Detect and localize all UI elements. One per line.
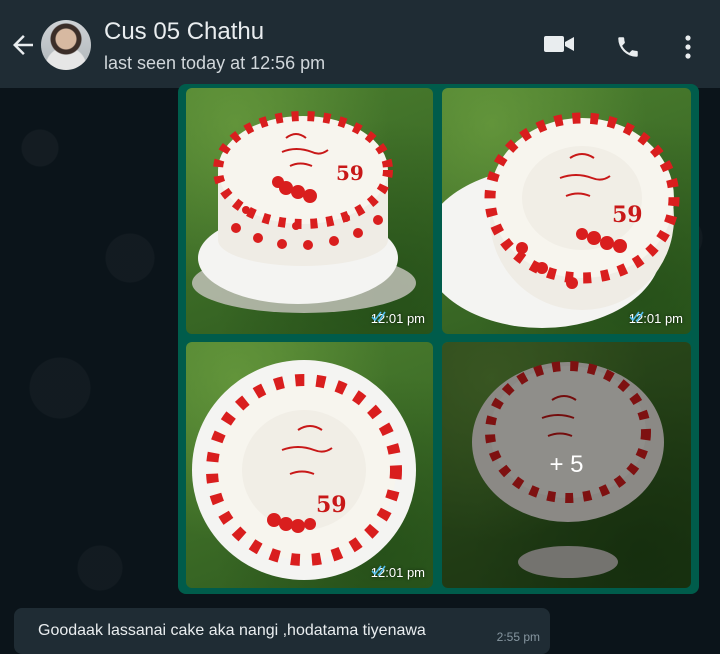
album-photo-2[interactable]: 59 12:01 pm	[442, 88, 691, 334]
double-check-icon	[629, 311, 644, 322]
incoming-message-bubble[interactable]: Goodaak lassanai cake aka nangi ,hodatam…	[14, 608, 550, 654]
photo-timestamp: 12:01 pm	[371, 565, 425, 580]
contact-name[interactable]: Cus 05 Chathu	[104, 18, 264, 46]
avatar[interactable]	[41, 20, 91, 70]
photo-timestamp: 12:01 pm	[629, 311, 683, 326]
phone-call-icon[interactable]	[615, 34, 641, 65]
cake-image: 59	[442, 112, 680, 328]
cake-image: 59	[192, 111, 416, 313]
svg-text:59: 59	[316, 492, 347, 518]
double-check-icon	[371, 565, 386, 576]
album-photo-4[interactable]: + 5	[442, 342, 691, 588]
svg-text:59: 59	[336, 161, 364, 185]
double-check-icon	[371, 311, 386, 322]
chat-header: Cus 05 Chathu last seen today at 12:56 p…	[0, 0, 720, 88]
image-album-bubble[interactable]: 59 12:01 pm 59 12:01 pm 59 12:01 pm + 5	[178, 84, 699, 594]
photo-timestamp: 12:01 pm	[371, 311, 425, 326]
cake-image: 59	[192, 360, 416, 580]
video-call-icon[interactable]	[543, 32, 575, 61]
message-text: Goodaak lassanai cake aka nangi ,hodatam…	[38, 622, 426, 639]
svg-text:59: 59	[612, 202, 643, 228]
last-seen-status: last seen today at 12:56 pm	[104, 53, 326, 73]
album-photo-3[interactable]: 59 12:01 pm	[186, 342, 433, 588]
more-photos-count: + 5	[549, 451, 584, 478]
message-time: 2:55 pm	[496, 630, 540, 644]
more-options-icon[interactable]	[683, 34, 693, 65]
back-arrow-icon[interactable]	[8, 30, 38, 60]
album-photo-1[interactable]: 59 12:01 pm	[186, 88, 433, 334]
more-photos-overlay[interactable]: + 5	[442, 342, 691, 588]
